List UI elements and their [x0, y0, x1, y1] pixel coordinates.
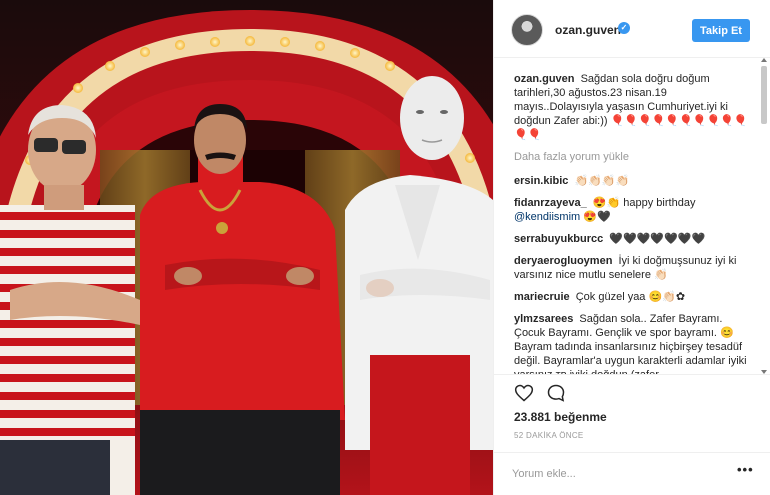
comment-author[interactable]: ersin.kibic [514, 175, 568, 187]
post-photo[interactable] [0, 0, 493, 495]
list-item: fidanrzayeva_ 😍👏 happy birthday @kendiis… [514, 196, 749, 224]
likes-count[interactable]: 23.881 beğenme [514, 410, 607, 424]
comment-text: 👏🏻👏🏻👏🏻👏🏻 [574, 175, 630, 187]
comment-text: 🖤🖤🖤🖤🖤🖤🖤 [609, 233, 706, 245]
comment-author[interactable]: serrabuyukburcc [514, 233, 603, 245]
post-header: ozan.guven ✓ Takip Et [494, 0, 770, 58]
verified-badge-icon: ✓ [618, 22, 630, 34]
scroll-up-icon[interactable] [761, 58, 767, 62]
comment-text-tail: 😍🖤 [580, 211, 611, 223]
add-comment-bar: ••• [494, 452, 770, 495]
comment-author[interactable]: ylmzsarees [514, 313, 573, 325]
comment-author[interactable]: deryaerogluoymen [514, 255, 612, 267]
caption: ozan.guven Sağdan sola doğru doğum tarih… [514, 72, 749, 142]
list-item: ylmzsarees Sağdan sola.. Zafer Bayramı. … [514, 312, 749, 374]
avatar[interactable] [511, 14, 543, 46]
post-side-panel: ozan.guven ✓ Takip Et ozan.guven Sağdan … [493, 0, 770, 495]
scrollbar-thumb[interactable] [761, 66, 767, 124]
post-actions: 23.881 beğenme 52 DAKİKA ÖNCE [494, 374, 770, 464]
username-link[interactable]: ozan.guven [555, 23, 621, 37]
comment-author[interactable]: mariecruie [514, 291, 570, 303]
load-more-comments[interactable]: Daha fazla yorum yükle [514, 150, 749, 164]
comment-text: 😍👏 happy birthday [592, 197, 696, 209]
list-item: deryaerogluoymen İyi ki doğmuşsunuz iyi … [514, 254, 749, 282]
heart-icon[interactable] [514, 383, 534, 403]
comments-list[interactable]: ozan.guven Sağdan sola doğru doğum tarih… [494, 58, 770, 374]
photo-illustration [0, 10, 493, 495]
post-timestamp[interactable]: 52 DAKİKA ÖNCE [514, 431, 584, 440]
list-item: ersin.kibic 👏🏻👏🏻👏🏻👏🏻 [514, 174, 749, 188]
comment-text: Çok güzel yaa 😊👏🏻✿ [575, 291, 686, 303]
comment-bubble-icon[interactable] [546, 383, 566, 403]
list-item: mariecruie Çok güzel yaa 😊👏🏻✿ [514, 290, 749, 304]
list-item: serrabuyukburcc 🖤🖤🖤🖤🖤🖤🖤 [514, 232, 749, 246]
more-dots-icon[interactable]: ••• [737, 462, 754, 477]
comment-mention[interactable]: @kendiismim [514, 211, 580, 223]
comments-scrollbar[interactable] [761, 58, 767, 374]
comment-input[interactable] [512, 461, 712, 487]
follow-button[interactable]: Takip Et [692, 19, 750, 42]
comment-author[interactable]: fidanrzayeva_ [514, 197, 587, 209]
comment-author[interactable]: ozan.guven [514, 73, 575, 85]
